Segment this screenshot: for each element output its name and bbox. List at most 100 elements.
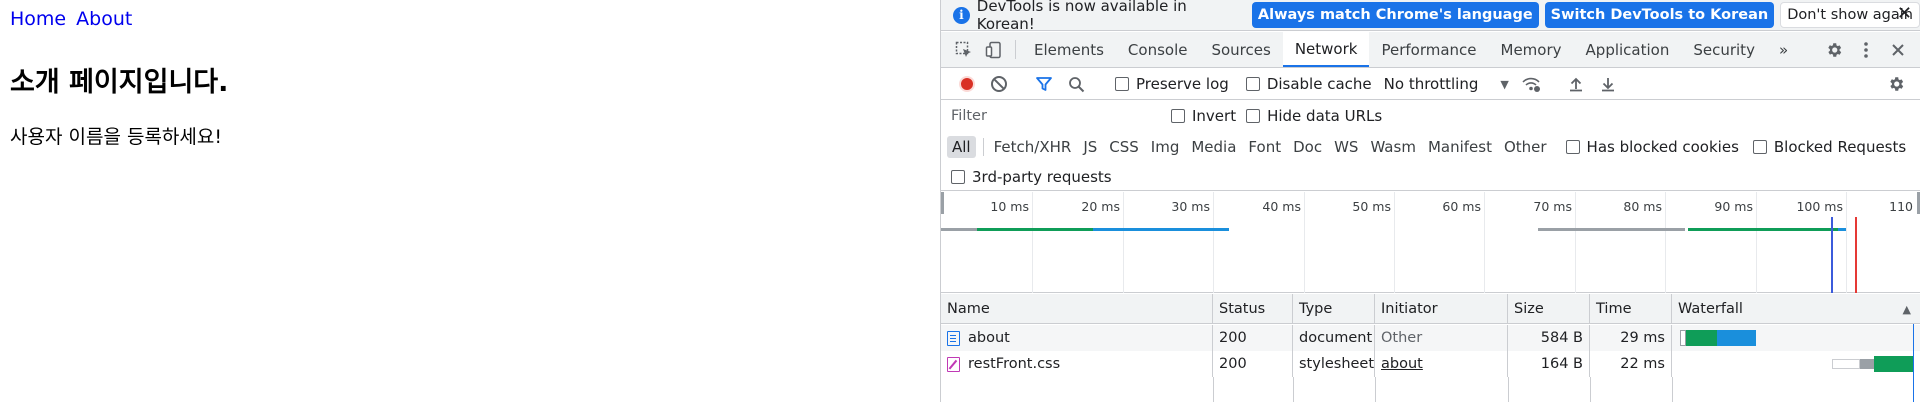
hide-data-urls-label: Hide data URLs (1267, 107, 1383, 125)
request-size: 164 B (1508, 351, 1590, 377)
type-filter-img[interactable]: Img (1146, 136, 1185, 158)
record-icon[interactable] (951, 76, 983, 92)
request-time: 29 ms (1590, 325, 1672, 351)
throttling-value: No throttling (1383, 75, 1479, 93)
table-row[interactable]: about 200 document Other 584 B 29 ms (941, 325, 1920, 351)
grid-line (1394, 192, 1395, 293)
preserve-log-checkbox[interactable]: Preserve log (1115, 75, 1229, 93)
resource-type-filters: All Fetch/XHR JS CSS Img Media Font Doc … (941, 132, 1920, 162)
waterfall-waiting (1686, 330, 1717, 346)
column-time[interactable]: Time (1590, 294, 1672, 324)
blocked-requests-checkbox[interactable]: Blocked Requests (1752, 138, 1906, 156)
throttling-select[interactable]: No throttling ▼ (1384, 75, 1509, 93)
stylesheet-icon (947, 356, 960, 372)
grid-line (1756, 192, 1757, 293)
page-nav: Home About (10, 8, 136, 30)
clear-icon[interactable] (983, 76, 1015, 92)
page-viewport: Home About 소개 페이지입니다. 사용자 이름을 등록하세요! (0, 0, 940, 402)
column-status[interactable]: Status (1213, 294, 1293, 324)
network-toolbar: Preserve log Disable cache No throttling… (941, 69, 1920, 100)
table-header: Name Status Type Initiator Size Time Wat… (941, 294, 1920, 324)
type-filter-css[interactable]: CSS (1104, 136, 1144, 158)
disable-cache-checkbox[interactable]: Disable cache (1245, 75, 1372, 93)
language-infobar: i DevTools is now available in Korean! A… (941, 0, 1920, 33)
page-heading: 소개 페이지입니다. (10, 67, 229, 98)
chevron-down-icon: ▼ (1500, 77, 1509, 91)
table-row[interactable]: restFront.css 200 stylesheet about 164 B… (941, 351, 1920, 377)
type-filter-manifest[interactable]: Manifest (1423, 136, 1497, 158)
type-filter-other[interactable]: Other (1499, 136, 1552, 158)
home-link[interactable]: Home (10, 8, 66, 30)
type-filter-doc[interactable]: Doc (1288, 136, 1327, 158)
request-initiator-link[interactable]: about (1381, 356, 1423, 372)
third-party-requests-checkbox[interactable]: 3rd-party requests (951, 168, 1112, 186)
tab-elements[interactable]: Elements (1022, 32, 1116, 67)
tab-security[interactable]: Security (1681, 32, 1767, 67)
tick-label: 100 ms (1796, 199, 1843, 214)
tick-label: 20 ms (1081, 199, 1120, 214)
tab-console[interactable]: Console (1116, 32, 1200, 67)
type-filter-all[interactable]: All (947, 136, 976, 158)
tab-network[interactable]: Network (1282, 32, 1370, 67)
network-settings-gear-icon[interactable] (1880, 75, 1912, 93)
tab-sources[interactable]: Sources (1199, 32, 1282, 67)
has-blocked-cookies-label: Has blocked cookies (1586, 138, 1739, 156)
has-blocked-cookies-checkbox[interactable]: Has blocked cookies (1565, 138, 1739, 156)
type-filter-font[interactable]: Font (1243, 136, 1286, 158)
filter-input[interactable] (947, 104, 1159, 128)
filter-funnel-icon[interactable] (1028, 75, 1060, 93)
overview-bar-waiting (1538, 228, 1685, 231)
timeline-overview[interactable]: 10 ms 20 ms 30 ms 40 ms 50 ms 60 ms 70 m… (941, 192, 1920, 293)
close-devtools-icon[interactable] (1882, 43, 1914, 57)
close-icon[interactable]: ✕ (1897, 3, 1912, 24)
request-type: stylesheet (1293, 351, 1375, 377)
request-waterfall (1672, 351, 1920, 377)
more-tabs-icon[interactable]: » (1767, 32, 1800, 67)
tab-application[interactable]: Application (1574, 32, 1682, 67)
about-link[interactable]: About (76, 8, 132, 30)
waterfall-download (1717, 330, 1756, 346)
device-toolbar-icon[interactable] (979, 32, 1009, 67)
tick-label: 70 ms (1533, 199, 1572, 214)
tick-label: 90 ms (1714, 199, 1753, 214)
more-options-icon[interactable] (1850, 41, 1882, 59)
requests-table: Name Status Type Initiator Size Time Wat… (941, 294, 1920, 402)
invert-checkbox[interactable]: Invert (1171, 107, 1236, 125)
overview-bar-content (1838, 228, 1846, 231)
hide-data-urls-checkbox[interactable]: Hide data URLs (1246, 107, 1382, 125)
overview-left-handle[interactable] (941, 192, 944, 214)
type-filter-fetch-xhr[interactable]: Fetch/XHR (989, 136, 1077, 158)
always-match-language-button[interactable]: Always match Chrome's language (1251, 2, 1539, 28)
grid-line (1032, 192, 1033, 293)
column-type[interactable]: Type (1293, 294, 1375, 324)
type-filter-ws[interactable]: WS (1329, 136, 1363, 158)
request-name: restFront.css (968, 356, 1061, 372)
inspect-element-icon[interactable] (949, 32, 979, 67)
grid-line (1575, 192, 1576, 293)
request-initiator: Other (1381, 330, 1423, 346)
search-icon[interactable] (1060, 76, 1092, 93)
request-status: 200 (1213, 325, 1293, 351)
export-har-icon[interactable] (1592, 76, 1624, 92)
load-event-marker (1855, 217, 1857, 293)
type-filter-media[interactable]: Media (1186, 136, 1241, 158)
preserve-log-label: Preserve log (1136, 75, 1229, 93)
tab-performance[interactable]: Performance (1369, 32, 1488, 67)
tick-label: 110 (1889, 199, 1913, 214)
tab-memory[interactable]: Memory (1489, 32, 1574, 67)
document-icon (947, 330, 960, 346)
request-type: document (1293, 325, 1375, 351)
network-conditions-icon[interactable] (1515, 75, 1547, 93)
column-initiator[interactable]: Initiator (1375, 294, 1508, 324)
switch-to-korean-button[interactable]: Switch DevTools to Korean (1544, 2, 1775, 28)
column-waterfall[interactable]: Waterfall ▲ (1672, 294, 1920, 324)
column-size[interactable]: Size (1508, 294, 1590, 324)
tick-label: 60 ms (1442, 199, 1481, 214)
waterfall-dcl-marker (1913, 324, 1914, 402)
settings-gear-icon[interactable] (1818, 41, 1850, 59)
type-filter-wasm[interactable]: Wasm (1365, 136, 1421, 158)
type-filter-js[interactable]: JS (1078, 136, 1102, 158)
tick-label: 80 ms (1623, 199, 1662, 214)
column-name[interactable]: Name (941, 294, 1213, 324)
import-har-icon[interactable] (1560, 76, 1592, 92)
